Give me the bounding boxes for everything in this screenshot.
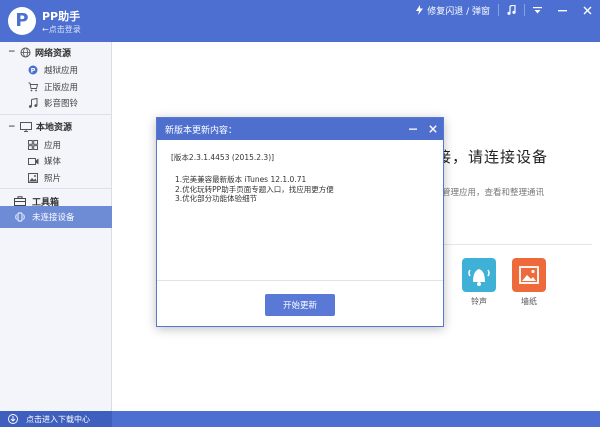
- music-button[interactable]: [499, 0, 524, 20]
- release-note: 3.优化部分功能体验细节: [175, 194, 258, 203]
- menu-button[interactable]: [525, 0, 550, 20]
- sidebar-item-label: 影音图铃: [44, 99, 79, 110]
- sidebar-item-label: 媒体: [44, 157, 62, 168]
- status-bar: 点击进入下载中心: [0, 411, 600, 427]
- close-button[interactable]: [575, 0, 600, 20]
- dialog-close-button[interactable]: [423, 118, 443, 140]
- dialog-header: 新版本更新内容：: [157, 118, 443, 140]
- photo-icon: [28, 172, 40, 183]
- sidebar-item-no-device[interactable]: 未连接设备: [0, 206, 112, 228]
- app-name: PP助手: [42, 10, 81, 23]
- toolbox-icon: [14, 196, 26, 206]
- dialog-minimize-button[interactable]: [403, 118, 423, 140]
- ringtone-label: 铃声: [471, 297, 487, 306]
- sidebar-item-media[interactable]: 媒体: [0, 153, 111, 170]
- sidebar-item-label: 正版应用: [44, 82, 79, 93]
- picture-icon: [519, 266, 539, 284]
- update-dialog: 新版本更新内容： [版本2.3.1.4453 (2015.2.3)] 1.完美兼…: [156, 117, 444, 327]
- music-note-icon: [507, 5, 516, 15]
- dialog-body: [版本2.3.1.4453 (2015.2.3)] 1.完美兼容最新版本 iTu…: [157, 140, 443, 280]
- sidebar-item-label: 应用: [44, 140, 62, 151]
- login-link[interactable]: ←点击登录: [42, 24, 81, 35]
- collapse-icon[interactable]: −: [8, 47, 18, 57]
- bell-icon: [468, 269, 490, 286]
- section-network-resources[interactable]: − 网络资源: [0, 42, 111, 62]
- minimize-button[interactable]: [550, 0, 575, 20]
- monitor-icon: [20, 121, 32, 132]
- connect-device-subtext: 管理应用，查看和整理通讯: [442, 188, 545, 198]
- connect-device-heading: 接，请连接设备: [436, 148, 549, 166]
- close-icon: [583, 6, 592, 15]
- version-line: [版本2.3.1.4453 (2015.2.3)]: [171, 153, 275, 162]
- download-center-label: 点击进入下载中心: [26, 414, 90, 424]
- sidebar-item-label: 越狱应用: [44, 66, 79, 77]
- title-bar: P PP助手 ←点击登录 修复闪退 / 弹窗: [0, 0, 600, 42]
- pp-logo-icon: P: [8, 7, 36, 35]
- dropdown-menu-icon: [533, 6, 542, 15]
- sidebar-item-apps[interactable]: 应用: [0, 137, 111, 154]
- download-icon: [8, 414, 18, 424]
- wallpaper-tile[interactable]: [512, 258, 546, 292]
- device-signal-icon: [14, 212, 26, 222]
- music-note-icon: [28, 98, 40, 109]
- cart-icon: [28, 82, 40, 92]
- close-icon: [429, 125, 437, 133]
- sidebar-item-jailbreak-apps[interactable]: P 越狱应用: [0, 62, 111, 79]
- dialog-title: 新版本更新内容：: [165, 125, 238, 136]
- window-controls: 修复闪退 / 弹窗: [408, 0, 600, 20]
- minimize-icon: [558, 6, 567, 15]
- section-title: 网络资源: [35, 48, 72, 59]
- svg-text:P: P: [31, 67, 36, 75]
- release-note: 2.优化玩转PP助手页面专题入口，找应用更方便: [175, 184, 334, 194]
- sidebar: − 网络资源 P 越狱应用 正版应用 影音图铃 − 本地资源 应用 媒体 照片 …: [0, 42, 112, 411]
- fix-flash-label: 修复闪退 / 弹窗: [427, 6, 490, 17]
- lightning-icon: [416, 5, 424, 15]
- section-title: 本地资源: [36, 123, 73, 133]
- release-note: 1.完美兼容最新版本 iTunes 12.1.0.71: [175, 175, 307, 184]
- fix-flash-button[interactable]: 修复闪退 / 弹窗: [408, 0, 498, 20]
- grid-icon: [28, 139, 40, 150]
- sidebar-item-genuine-apps[interactable]: 正版应用: [0, 79, 111, 96]
- sidebar-item-media-ringtones[interactable]: 影音图铃: [0, 95, 111, 112]
- sidebar-item-label: 照片: [44, 173, 62, 184]
- pp-app-icon: P: [28, 65, 40, 75]
- globe-icon: [20, 47, 31, 58]
- collapse-icon[interactable]: −: [8, 122, 18, 132]
- wallpaper-label: 墙纸: [521, 297, 537, 306]
- minimize-icon: [409, 128, 417, 130]
- section-local-resources[interactable]: − 本地资源: [0, 117, 111, 137]
- download-center-button[interactable]: 点击进入下载中心: [0, 411, 112, 427]
- video-icon: [28, 157, 40, 166]
- ringtone-tile[interactable]: [462, 258, 496, 292]
- no-device-label: 未连接设备: [32, 213, 75, 223]
- start-update-button[interactable]: 开始更新: [265, 294, 335, 316]
- sidebar-item-photos[interactable]: 照片: [0, 170, 111, 187]
